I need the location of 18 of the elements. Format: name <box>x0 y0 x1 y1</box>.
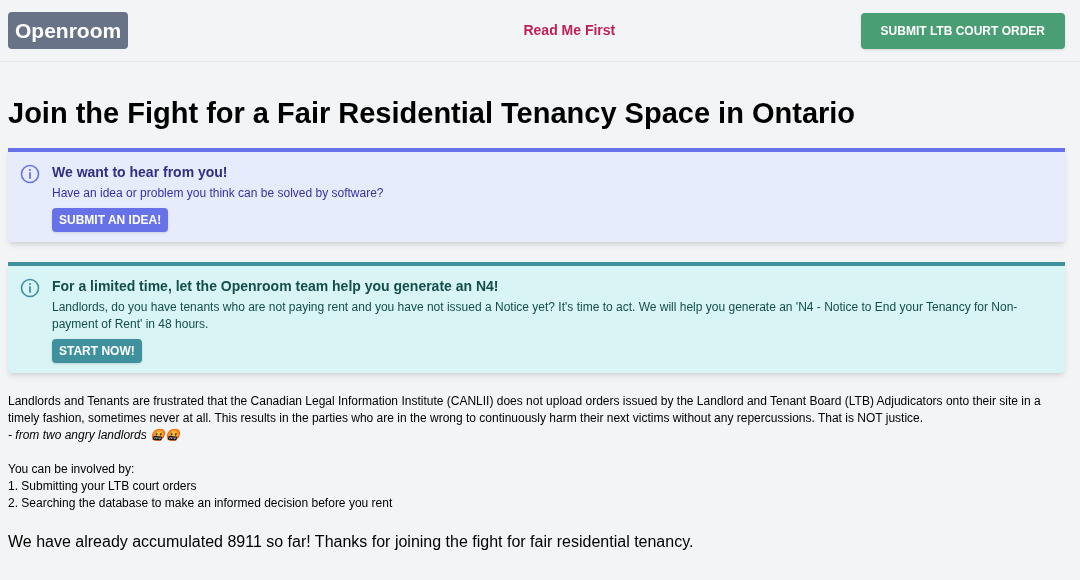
page-title: Join the Fight for a Fair Residential Tenancy Space in Ontario <box>8 96 857 131</box>
alert-text: Have an idea or problem you think can be solved by software? <box>52 184 384 202</box>
accumulated-message: We have already accumulated 8911 so far! Thanks for joining the fight for fair residential tenancy. <box>8 531 695 552</box>
read-me-first-link[interactable]: Read Me First <box>523 20 616 41</box>
alert-button[interactable]: SUBMIT AN IDEA! <box>52 207 169 232</box>
involved-heading: You can be involved by: <box>8 460 136 478</box>
submit-court-order-button[interactable]: SUBMIT LTB COURT ORDER <box>860 12 1065 49</box>
info-icon <box>20 163 40 184</box>
involved-item: 1. Submitting your LTB court orders <box>8 477 198 495</box>
intro-paragraph: Landlords and Tenants are frustrated that the Canadian Legal Information Institute (CANLII) does not upload orders issued by the Landlord and Tenant Board (LTB) Adjudicators onto their site in a timely fashion, sometimes never at all. This results in the parties who are in the wrong to continuously harm their next victims without any repercussions. That is NOT justice. <box>8 392 1042 427</box>
involved-item: 2. Searching the database to make an informed decision before you rent <box>8 494 394 512</box>
alert-heading: For a limited time, let the Openroom team help you generate an N4! <box>52 276 499 296</box>
alert-button[interactable]: START NOW! <box>52 338 142 363</box>
logo[interactable]: Openroom <box>8 11 129 50</box>
signature: - from two angry landlords 🤬🤬 <box>8 426 182 444</box>
info-icon <box>20 277 40 298</box>
alert-text: Landlords, do you have tenants who are not paying rent and you have not issued a Notice yet? It's time to act. We will help you generate an 'N4 - Notice to End your Tenancy for Non-payment of Rent' in 48 hours. <box>52 298 1019 333</box>
alert-heading: We want to hear from you! <box>52 162 228 182</box>
